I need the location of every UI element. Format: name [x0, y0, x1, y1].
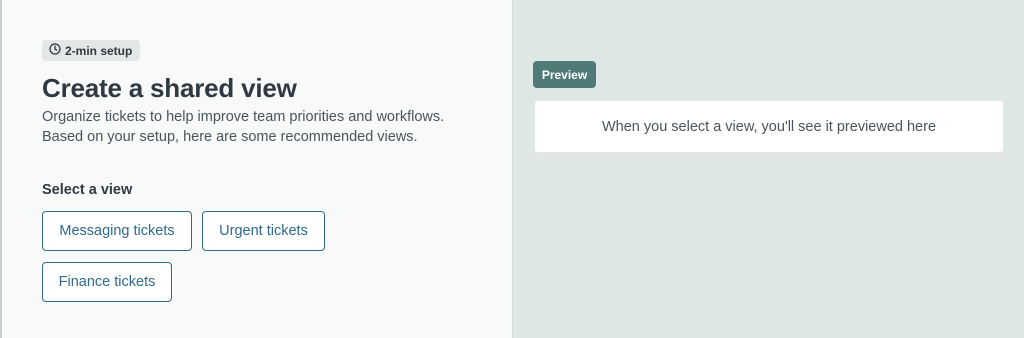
setup-panel: 2-min setup Create a shared view Organiz… — [0, 0, 513, 338]
preview-placeholder: When you select a view, you'll see it pr… — [534, 100, 1004, 153]
view-option-finance-tickets[interactable]: Finance tickets — [42, 262, 172, 302]
preview-tag: Preview — [533, 61, 596, 88]
description-line: Based on your setup, here are some recom… — [42, 129, 418, 145]
select-view-label: Select a view — [42, 182, 133, 198]
clock-icon — [49, 43, 61, 58]
setup-time-label: 2-min setup — [65, 43, 133, 58]
description-line: Organize tickets to help improve team pr… — [42, 109, 445, 125]
setup-time-badge: 2-min setup — [42, 40, 141, 61]
page-title: Create a shared view — [42, 73, 297, 103]
page-description: Organize tickets to help improve team pr… — [42, 107, 482, 147]
view-option-urgent-tickets[interactable]: Urgent tickets — [202, 211, 325, 251]
view-option-messaging-tickets[interactable]: Messaging tickets — [42, 211, 192, 251]
